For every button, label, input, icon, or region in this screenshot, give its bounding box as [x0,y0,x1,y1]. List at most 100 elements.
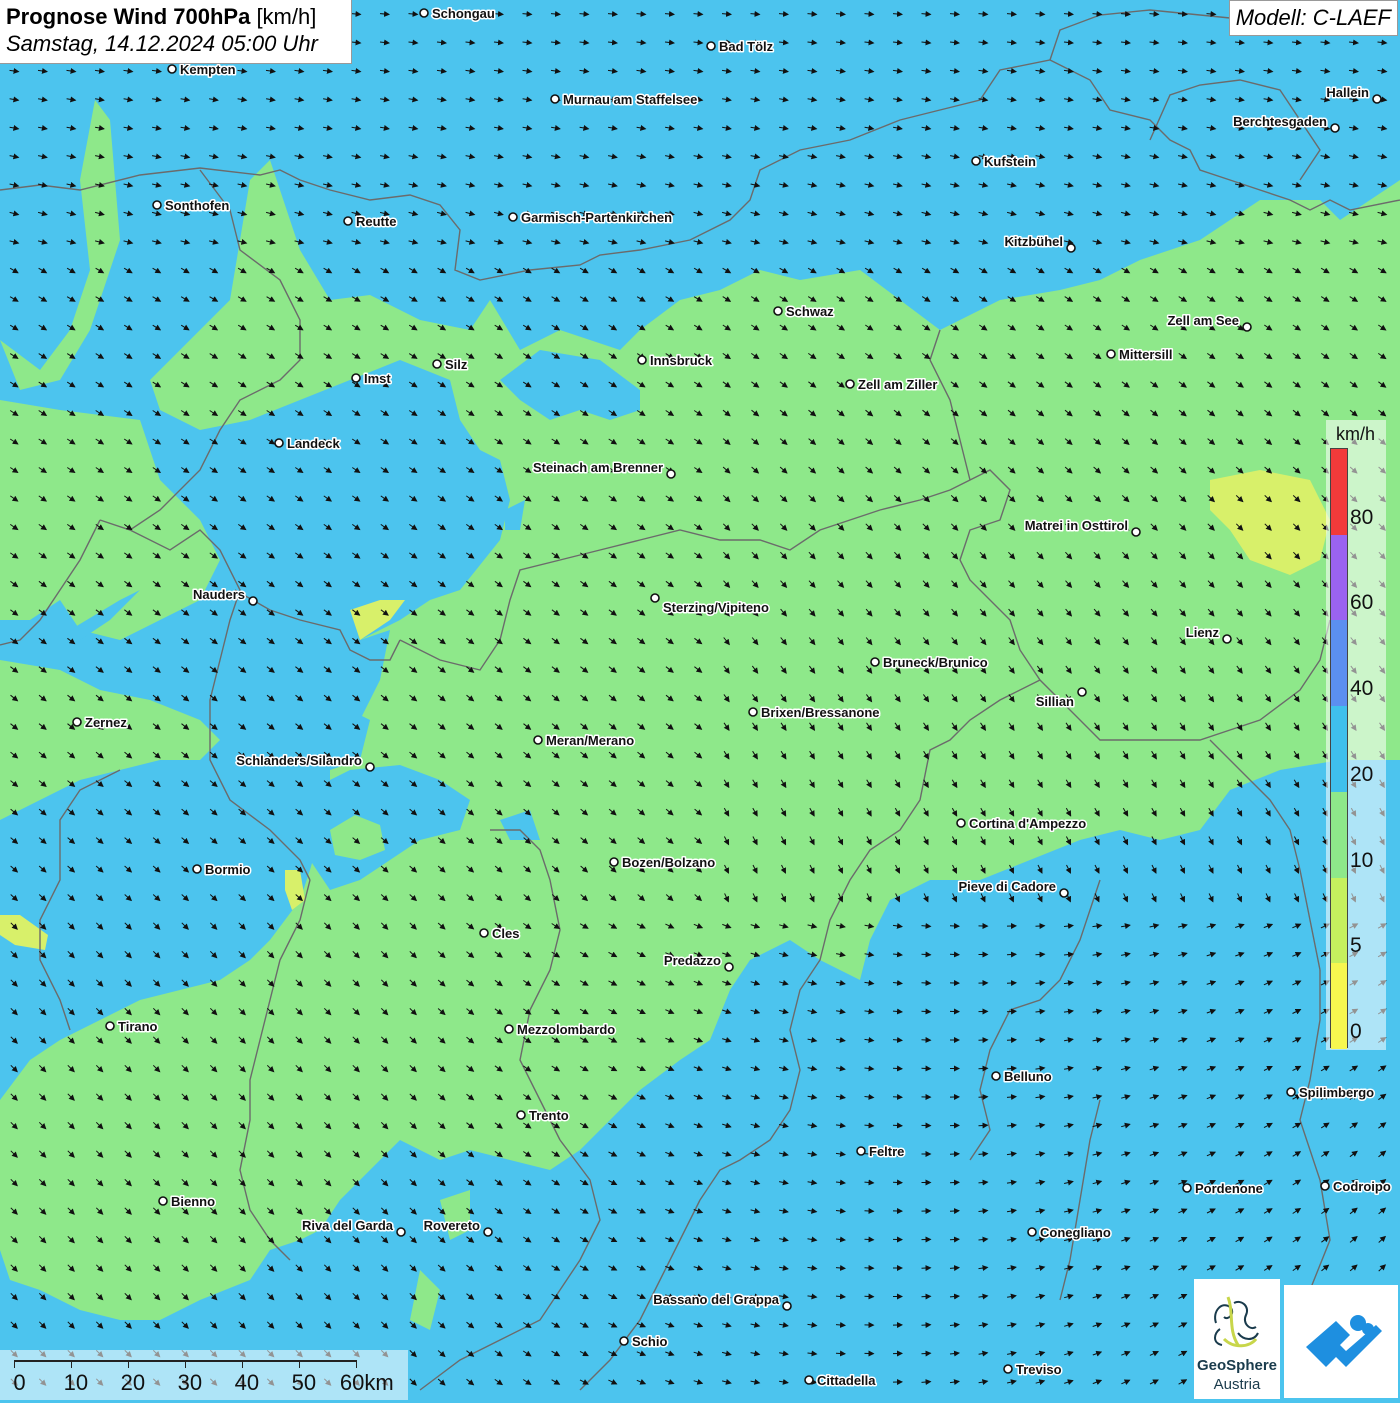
wind-arrow [922,1353,931,1354]
city-label: Predazzo [664,953,721,968]
city-marker-icon [783,1302,791,1310]
city-murnau-am-staffelsee[interactable]: Murnau am Staffelsee [551,92,697,107]
legend-segment [1331,535,1347,621]
city-marker-icon [168,65,176,73]
city-label: Brixen/Bressanone [761,705,880,720]
city-label: Pordenone [1195,1181,1263,1196]
city-label: Lienz [1186,625,1220,640]
wind-map[interactable]: SchongauBad TölzKemptenMurnau am Staffel… [0,0,1400,1400]
city-label: Zell am See [1167,313,1239,328]
city-marker-icon [480,929,488,937]
city-marker-icon [749,708,757,716]
city-label: Zell am Ziller [858,377,937,392]
city-marker-icon [992,1072,1000,1080]
wind-arrow [1036,954,1045,955]
city-marker-icon [433,360,441,368]
city-marker-icon [1331,124,1339,132]
legend-segment [1331,706,1347,792]
scale-bar-tick [128,1360,129,1368]
city-label: Sterzing/Vipiteno [663,600,769,615]
city-sonthofen[interactable]: Sonthofen [153,198,229,213]
forecast-datetime: Samstag, 14.12.2024 05:00 Uhr [6,30,345,58]
city-marker-icon [1078,688,1086,696]
wind-arrow [1036,926,1045,927]
city-marker-icon [871,658,879,666]
city-label: Bormio [205,862,251,877]
city-marker-icon [366,763,374,771]
city-innsbruck[interactable]: Innsbruck [638,353,713,368]
city-label: Sillian [1036,694,1074,709]
legend-tick-label: 10 [1350,849,1373,873]
city-marker-icon [1183,1184,1191,1192]
city-marker-icon [249,597,257,605]
city-label: Feltre [869,1144,904,1159]
city-marker-icon [106,1022,114,1030]
city-bozen-bolzano[interactable]: Bozen/Bolzano [610,855,715,870]
wetter-app-logo[interactable] [1284,1285,1398,1398]
city-conegliano[interactable]: Conegliano [1028,1225,1111,1240]
scale-bar-tick [71,1360,72,1368]
city-pordenone[interactable]: Pordenone [1183,1181,1263,1196]
wind-arrow [979,1125,988,1126]
city-marker-icon [1060,889,1068,897]
geosphere-name: GeoSphere [1194,1357,1280,1374]
city-marker-icon [857,1147,865,1155]
city-spilimbergo[interactable]: Spilimbergo [1287,1085,1374,1100]
city-marker-icon [1067,244,1075,252]
city-mezzolombardo[interactable]: Mezzolombardo [505,1022,615,1037]
scale-bar-label: 60km [340,1370,394,1396]
city-marker-icon [505,1025,513,1033]
wind-arrow [865,1239,874,1240]
legend-tick-label: 80 [1350,506,1373,530]
city-label: Cortina d'Ampezzo [969,816,1086,831]
wind-arrow [893,1097,902,1098]
city-label: Meran/Merano [546,733,634,748]
scale-bar-label: 40 [235,1370,259,1396]
city-bruneck-brunico[interactable]: Bruneck/Brunico [871,655,988,670]
city-label: Rovereto [424,1218,480,1233]
city-label: Silz [445,357,468,372]
legend-tick-label: 40 [1350,677,1373,701]
scale-bar-tick [185,1360,186,1368]
city-meran-merano[interactable]: Meran/Merano [534,733,634,748]
wind-arrow [950,1239,959,1240]
city-marker-icon [1132,528,1140,536]
city-label: Zernez [85,715,127,730]
legend-tick-label: 20 [1350,763,1373,787]
city-marker-icon [707,42,715,50]
geosphere-emblem-icon [1194,1283,1280,1359]
map-title-main: Prognose Wind 700hPa [6,4,250,29]
map-title-unit: [km/h] [256,4,316,29]
city-label: Pieve di Cadore [958,879,1056,894]
wind-arrow [979,1097,988,1098]
wind-arrow [922,954,931,955]
city-label: Hallein [1326,85,1369,100]
city-schongau[interactable]: Schongau [420,6,495,21]
legend-tick-label: 0 [1350,1020,1362,1044]
city-marker-icon [667,470,675,478]
city-label: Nauders [193,587,245,602]
city-marker-icon [534,736,542,744]
scale-bar-tick [356,1360,357,1368]
city-brixen-bressanone[interactable]: Brixen/Bressanone [749,705,880,720]
city-marker-icon [805,1376,813,1384]
city-label: Schongau [432,6,495,21]
geosphere-logo[interactable]: GeoSphere Austria [1194,1279,1280,1399]
city-marker-icon [638,356,646,364]
legend: km/h 051020406080 [1326,420,1386,1050]
scale-bar-label: 30 [178,1370,202,1396]
city-garmisch-partenkirchen[interactable]: Garmisch-Partenkirchen [509,210,672,225]
legend-tick-label: 60 [1350,591,1373,615]
city-label: Spilimbergo [1299,1085,1374,1100]
legend-segment [1331,878,1347,964]
city-marker-icon [651,594,659,602]
city-cortina-d-ampezzo[interactable]: Cortina d'Ampezzo [957,816,1086,831]
legend-segment [1331,792,1347,878]
scale-bar-label: 20 [121,1370,145,1396]
city-label: Innsbruck [650,353,713,368]
wind-arrow [922,1325,931,1326]
city-label: Bad Tölz [719,39,774,54]
city-zell-am-ziller[interactable]: Zell am Ziller [846,377,937,392]
map-title: Prognose Wind 700hPa [km/h] [6,4,345,30]
city-marker-icon [725,963,733,971]
